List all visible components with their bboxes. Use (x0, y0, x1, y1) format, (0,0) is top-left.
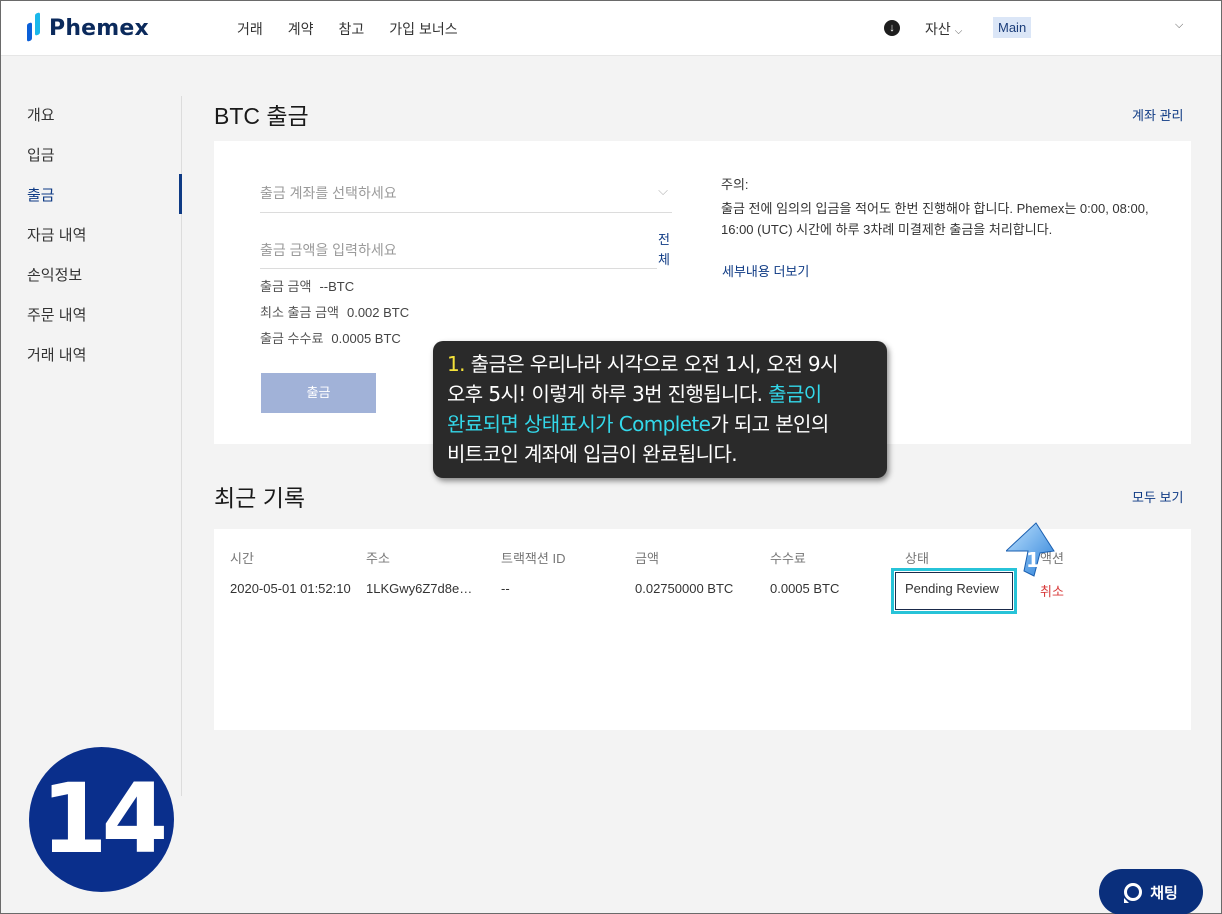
cell-time: 2020-05-01 01:52:10 (230, 581, 351, 596)
cell-amount: 0.02750000 BTC (635, 581, 734, 596)
callout-line-3b: 가 되고 본인의 (710, 412, 829, 436)
step-number-badge: 14 (29, 747, 174, 892)
cell-address: 1LKGwy6Z7d8e… (366, 581, 473, 596)
chat-icon (1124, 883, 1143, 903)
status-highlight-box (891, 568, 1017, 614)
sidebar-item-orders[interactable]: 주문 내역 (27, 304, 86, 325)
column-header-status: 상태 (905, 551, 929, 566)
asset-menu[interactable]: 자산 ⌵ (925, 19, 962, 39)
cell-fee: 0.0005 BTC (770, 581, 840, 596)
withdraw-all-label-2: 체 (658, 252, 670, 267)
sidebar-item-withdraw[interactable]: 출금 (27, 184, 55, 205)
logo-text: Phemex (49, 15, 149, 41)
column-header-address: 주소 (366, 551, 390, 566)
nav-signup-bonus[interactable]: 가입 보너스 (389, 19, 457, 39)
callout-line-1: 출금은 우리나라 시각으로 오전 1시, 오전 9시 (464, 352, 839, 376)
chat-label: 채팅 (1150, 884, 1178, 902)
fee-row: 출금 수수료 0.0005 BTC (260, 328, 401, 347)
more-details-link[interactable]: 세부내용 더보기 (722, 261, 809, 280)
view-all-link[interactable]: 모두 보기 (1132, 487, 1183, 506)
notice-heading: 주의: (721, 177, 749, 192)
nav-trade[interactable]: 거래 (237, 19, 263, 39)
phemex-logo[interactable]: Phemex (25, 12, 149, 43)
account-badge[interactable]: Main (993, 17, 1032, 38)
min-amount-value: 0.002 BTC (346, 305, 410, 320)
amount-value: --BTC (319, 279, 355, 294)
chevron-down-icon: ⌵ (658, 183, 668, 198)
page-title: BTC 출금 (214, 103, 309, 129)
column-header-txid: 트랙잭션 ID (501, 551, 566, 566)
min-amount-label: 최소 출금 금액 (260, 305, 339, 320)
amount-label: 출금 금액 (260, 279, 312, 294)
fee-label: 출금 수수료 (260, 331, 324, 346)
chevron-down-icon: ⌵ (954, 26, 963, 37)
withdraw-all-button[interactable]: 전 체 (658, 230, 674, 270)
address-placeholder: 출금 계좌를 선택하세요 (260, 185, 397, 201)
asset-label: 자산 (925, 21, 951, 37)
sidebar: 개요 입금 출금 자금 내역 손익정보 주문 내역 거래 내역 (1, 96, 182, 796)
sidebar-item-trades[interactable]: 거래 내역 (27, 344, 86, 365)
nav-reference[interactable]: 참고 (339, 19, 365, 39)
column-header-amount: 금액 (635, 551, 659, 566)
chevron-down-icon[interactable]: ⌵ (1175, 19, 1183, 32)
address-select[interactable]: 출금 계좌를 선택하세요 ⌵ (260, 183, 672, 213)
min-amount-row: 최소 출금 금액 0.002 BTC (260, 302, 409, 321)
sidebar-item-overview[interactable]: 개요 (27, 104, 55, 125)
main-nav: 거래 계약 참고 가입 보너스 (237, 19, 483, 39)
top-bar: Phemex 거래 계약 참고 가입 보너스 ↓ 자산 ⌵ Main ⌵ (1, 1, 1221, 56)
pointer-number: 1 (1026, 548, 1040, 572)
nav-contract[interactable]: 계약 (288, 19, 314, 39)
cancel-button[interactable]: 취소 (1040, 581, 1064, 600)
withdraw-all-label-1: 전 (658, 232, 670, 247)
download-icon[interactable]: ↓ (884, 20, 900, 36)
notice-body: 출금 전에 임의의 입금을 적어도 한번 진행해야 합니다. Phemex는 0… (721, 201, 1149, 237)
manage-accounts-link[interactable]: 계좌 관리 (1132, 105, 1183, 124)
callout-number: 1. (447, 352, 465, 376)
callout-line-2a: 오후 5시! 이렇게 하루 3번 진행됩니다. (447, 382, 769, 406)
cell-txid: -- (501, 581, 510, 596)
chat-button[interactable]: 채팅 (1099, 869, 1203, 914)
annotation-pointer: 1 (1006, 522, 1055, 577)
callout-line-4: 비트코인 계좌에 입금이 완료됩니다. (447, 442, 738, 466)
amount-input[interactable]: 출금 금액을 입력하세요 (260, 240, 657, 269)
amount-placeholder: 출금 금액을 입력하세요 (260, 242, 397, 258)
amount-row: 출금 금액 --BTC (260, 276, 354, 295)
withdraw-button[interactable]: 출금 (261, 373, 376, 413)
column-header-time: 시간 (230, 551, 254, 566)
callout-line-2b: 출금이 (768, 382, 822, 406)
sidebar-item-deposit[interactable]: 입금 (27, 144, 55, 165)
active-indicator (179, 174, 182, 214)
sidebar-item-funding-history[interactable]: 자금 내역 (27, 224, 86, 245)
history-title: 최근 기록 (214, 485, 306, 511)
fee-value: 0.0005 BTC (331, 331, 401, 346)
sidebar-item-pnl[interactable]: 손익정보 (27, 264, 82, 285)
callout-line-3a: 완료되면 상태표시가 Complete (447, 412, 711, 436)
phemex-logo-icon (25, 12, 45, 43)
annotation-callout: 1. 출금은 우리나라 시각으로 오전 1시, 오전 9시 오후 5시! 이렇게… (433, 341, 887, 478)
column-header-fee: 수수료 (770, 551, 806, 566)
